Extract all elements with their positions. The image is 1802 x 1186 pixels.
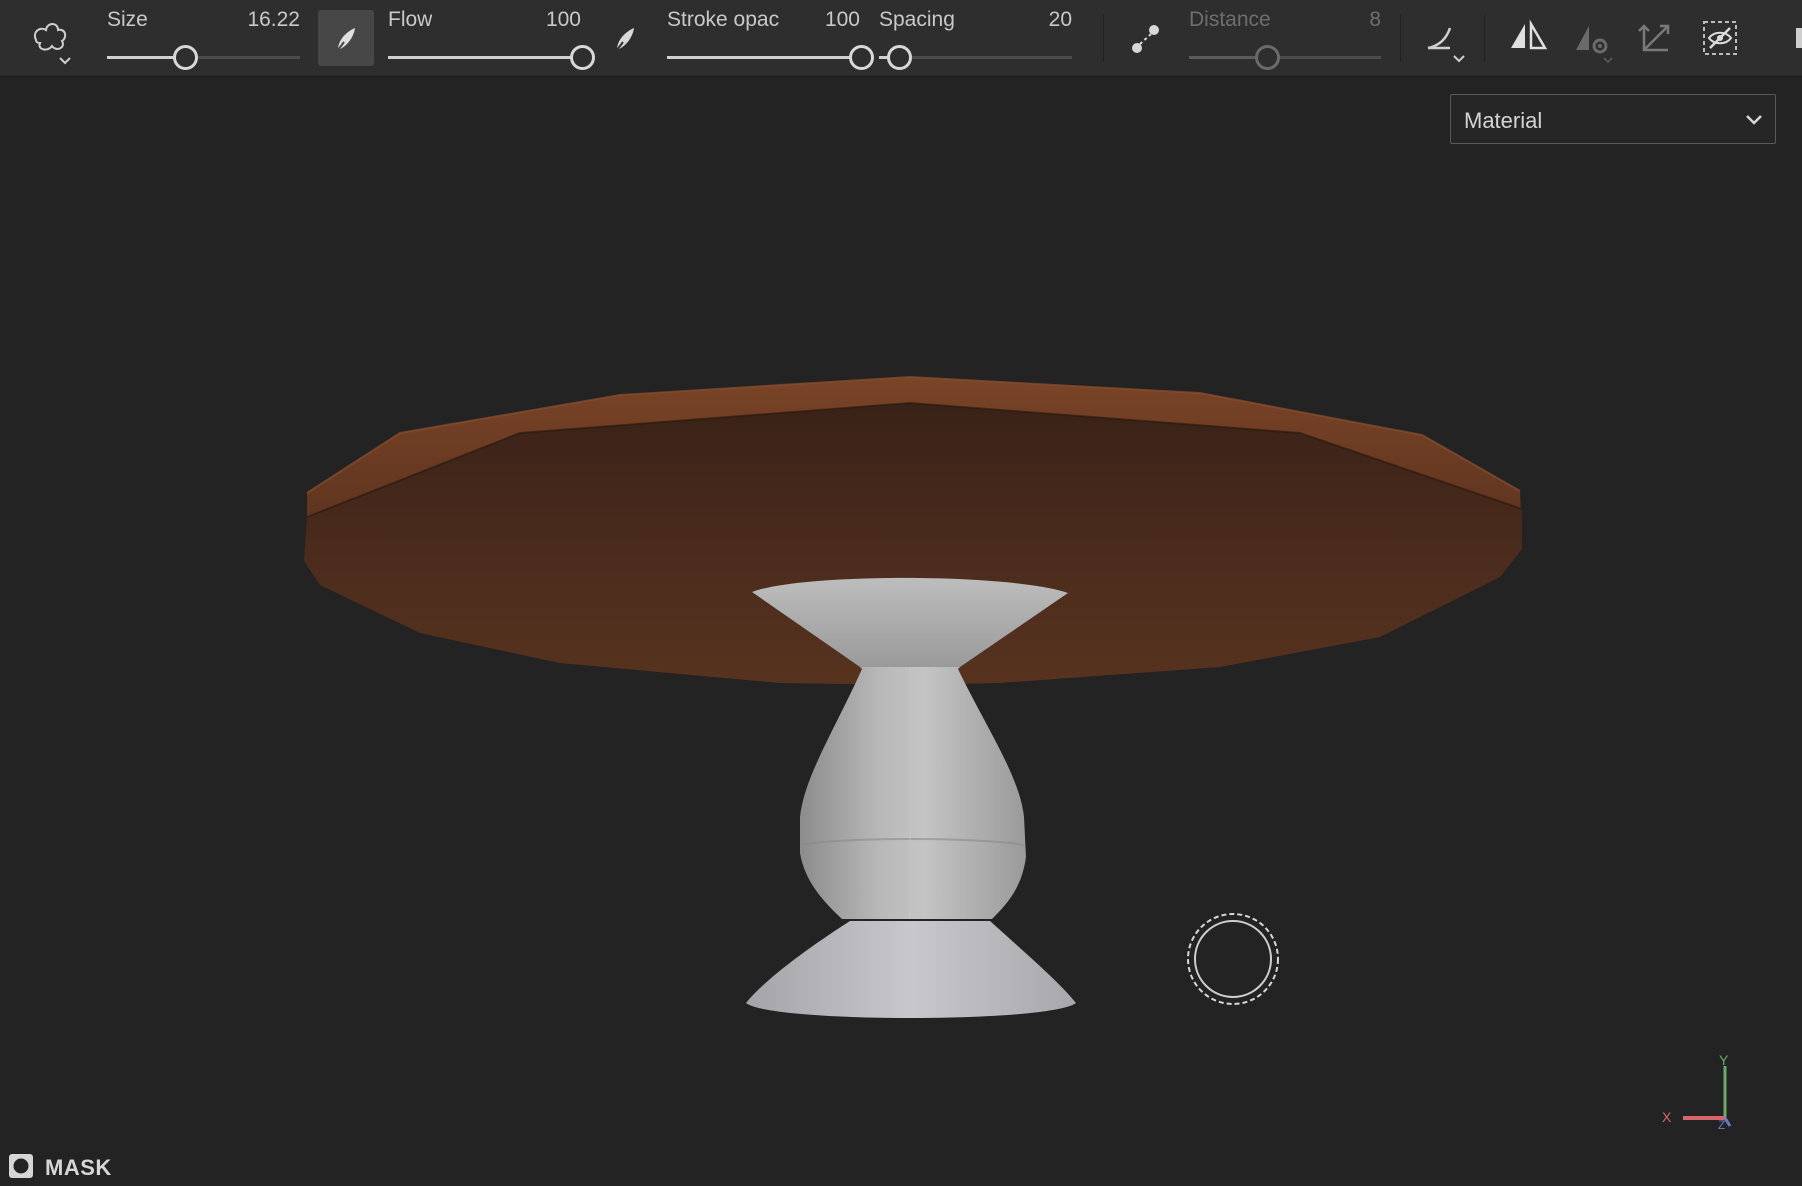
- flow-pressure-button[interactable]: [318, 10, 374, 66]
- projection-mode-dropdown[interactable]: Material: [1450, 94, 1776, 144]
- axis-y-label: Y: [1719, 1052, 1729, 1068]
- distance-label: Distance: [1189, 8, 1271, 31]
- tangent-alignment-icon: [1416, 10, 1472, 66]
- flow-thumb[interactable]: [570, 45, 595, 70]
- symmetry-settings-button[interactable]: [1564, 10, 1620, 66]
- symmetry-button[interactable]: [1500, 10, 1556, 66]
- flow-track[interactable]: [388, 45, 595, 70]
- spacing-value[interactable]: 20: [1049, 8, 1072, 32]
- flow-value[interactable]: 100: [546, 8, 581, 32]
- mask-icon: [8, 1153, 34, 1184]
- stroke-opacity-slider[interactable]: Stroke opac 100: [667, 0, 874, 70]
- toolbar-overflow-edge: [1796, 28, 1802, 48]
- size-value[interactable]: 16.22: [247, 8, 300, 32]
- stroke-opacity-value[interactable]: 100: [825, 8, 860, 32]
- symmetry-icon: [1500, 10, 1556, 66]
- toolbar-separator: [1484, 14, 1485, 62]
- toolbar-separator: [1400, 14, 1401, 62]
- flow-label: Flow: [388, 8, 433, 31]
- toolbar-separator: [1103, 14, 1104, 62]
- distance-thumb[interactable]: [1254, 45, 1280, 70]
- brush-shape-button[interactable]: [22, 10, 78, 66]
- opacity-pressure-button[interactable]: [598, 10, 654, 66]
- stroke-opacity-track[interactable]: [667, 45, 874, 70]
- stroke-opacity-thumb[interactable]: [849, 45, 874, 70]
- hide-selection-button[interactable]: [1692, 10, 1748, 66]
- spacing-label: Spacing: [879, 8, 955, 31]
- stroke-opacity-label: Stroke opac: [667, 8, 779, 31]
- size-thumb[interactable]: [173, 45, 199, 70]
- axis-gizmo: [1683, 1066, 1732, 1127]
- alignment-button[interactable]: [1416, 10, 1472, 66]
- painter-app: Size 16.22 Flow 100 Stroke opac 100 Spac…: [0, 0, 1802, 1186]
- projection-button[interactable]: [1628, 10, 1684, 66]
- symmetry-settings-icon: [1564, 10, 1620, 66]
- size-slider[interactable]: Size 16.22: [107, 0, 300, 70]
- hidden-selection-icon: [1692, 10, 1748, 66]
- size-label: Size: [107, 8, 148, 31]
- distance-track[interactable]: [1189, 45, 1381, 70]
- mask-label: MASK: [45, 1155, 112, 1180]
- pen-nib-icon: [318, 10, 374, 66]
- distance-value[interactable]: 8: [1369, 8, 1381, 32]
- projection-mode-value: Material: [1464, 108, 1543, 133]
- spacing-slider[interactable]: Spacing 20: [879, 0, 1072, 70]
- brush-toolbar: Size 16.22 Flow 100 Stroke opac 100 Spac…: [0, 0, 1802, 77]
- size-track[interactable]: [107, 45, 300, 70]
- lazy-mouse-icon: [1118, 10, 1174, 66]
- projection-axis-icon: [1628, 10, 1684, 66]
- lazy-mouse-button[interactable]: [1118, 10, 1174, 66]
- flow-slider[interactable]: Flow 100: [388, 0, 595, 70]
- brush-cursor: [1187, 913, 1279, 1005]
- pen-nib-icon: [598, 10, 654, 66]
- axis-x-label: X: [1662, 1109, 1672, 1125]
- spacing-track[interactable]: [879, 45, 1072, 70]
- 3d-viewport[interactable]: Material Y X Z: [0, 77, 1802, 1186]
- spacing-thumb[interactable]: [887, 45, 913, 70]
- distance-slider[interactable]: Distance 8: [1189, 0, 1381, 70]
- axis-z-label: Z: [1718, 1118, 1726, 1132]
- blob-brush-icon: [22, 10, 78, 66]
- scene-canvas[interactable]: [0, 77, 1802, 1186]
- mask-toggle[interactable]: MASK: [8, 1153, 112, 1184]
- chevron-down-icon: [1743, 109, 1765, 136]
